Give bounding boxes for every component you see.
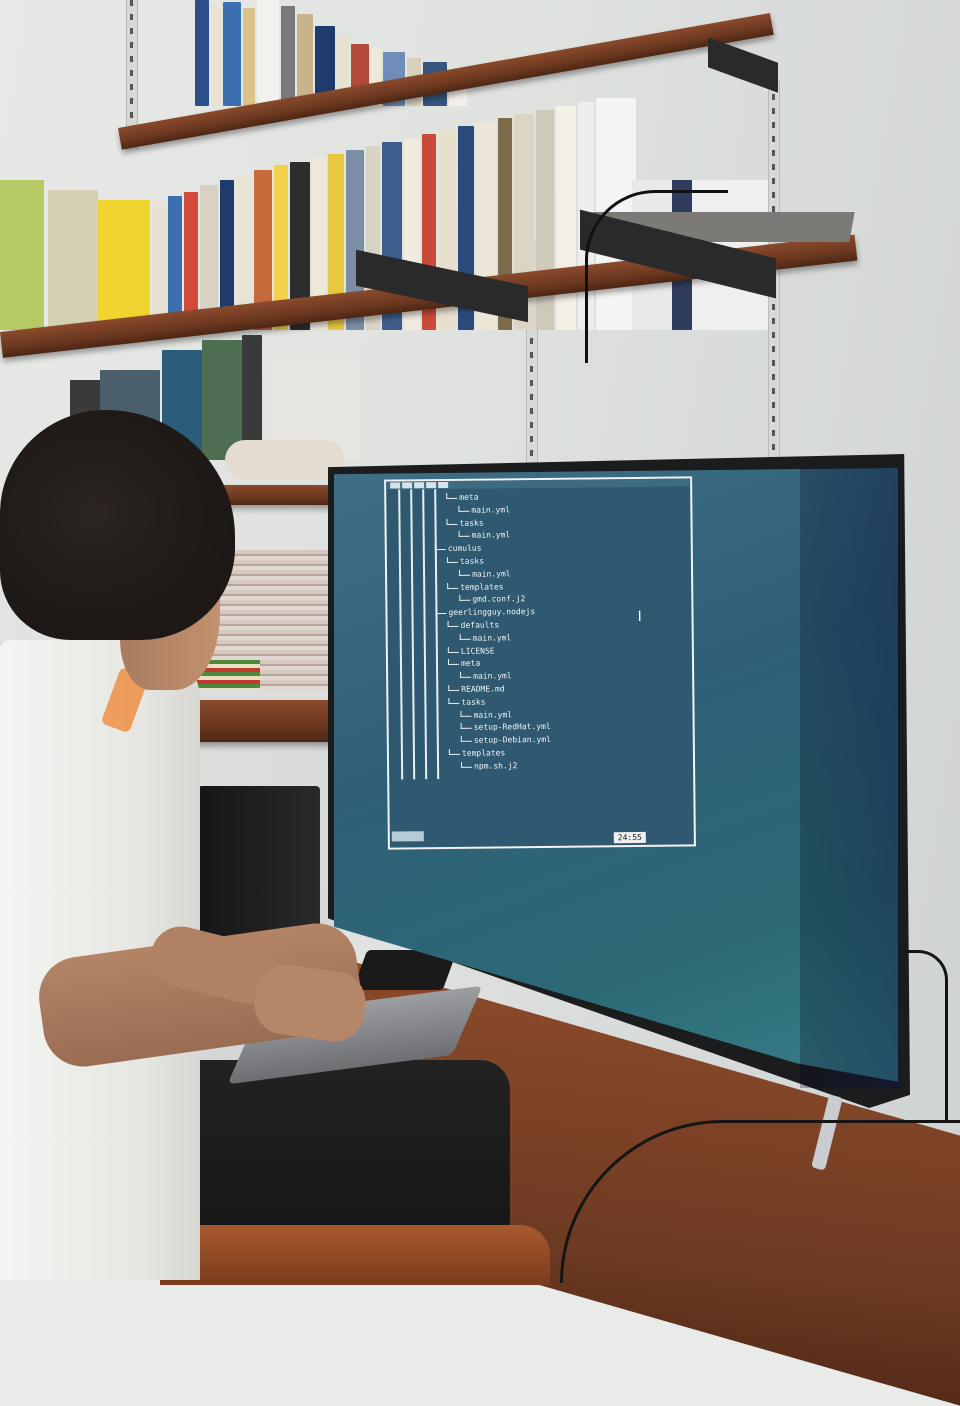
tree-branch — [447, 582, 459, 589]
tree-branch — [434, 544, 446, 551]
tree-node-label: main.yml — [472, 633, 512, 643]
tree-node: meta — [446, 492, 479, 503]
tree-guide-line — [410, 489, 416, 780]
tree-guide-line — [434, 489, 440, 780]
tree-node: geerlingguy.nodejs — [435, 607, 535, 618]
terminal-body[interactable]: meta main.yml tasks main.yml cumulus tasks mai… — [386, 478, 694, 848]
text-cursor-icon: I — [637, 608, 642, 625]
terminal-tab[interactable] — [414, 482, 425, 489]
tree-node-label: main.yml — [473, 709, 513, 720]
tree-branch — [446, 492, 458, 499]
tree-node: tasks — [446, 518, 484, 528]
tree-node-label: setup-Debian.yml — [473, 735, 551, 745]
terminal-tab[interactable] — [438, 481, 449, 489]
lower-shelf — [220, 485, 340, 505]
tree-node: templates — [448, 748, 506, 759]
tree-node-label: npm.sh.j2 — [474, 761, 518, 771]
tree-branch — [459, 595, 471, 602]
tree-node: tasks — [448, 697, 486, 707]
tree-node: main.yml — [458, 530, 511, 542]
cable-monitor — [905, 950, 948, 1123]
terminal-window[interactable]: meta main.yml tasks main.yml cumulus tasks mai… — [384, 476, 696, 850]
tree-node: npm.sh.j2 — [461, 761, 517, 772]
tree-branch — [447, 659, 460, 666]
tree-branch — [448, 748, 460, 755]
tree-node-label: main.yml — [471, 505, 510, 515]
tree-branch — [460, 723, 472, 730]
tree-node: main.yml — [458, 505, 510, 516]
tree-branch — [448, 684, 460, 691]
screen-shade — [800, 468, 900, 1088]
tree-node: main.yml — [459, 569, 511, 580]
tree-node: defaults — [447, 620, 500, 631]
tree-node-label: gmd.conf.j2 — [472, 594, 526, 605]
tree-branch — [447, 646, 459, 653]
tree-node-label: setup-RedHat.yml — [473, 722, 551, 733]
tree-node-label: meta — [459, 492, 479, 502]
cable-hanging — [585, 190, 728, 363]
tree-branch — [461, 761, 473, 768]
tree-node-label: templates — [460, 581, 504, 592]
tree-branch — [458, 531, 470, 538]
terminal-status-block — [391, 831, 424, 842]
tree-branch — [458, 505, 470, 512]
tree-node-label: README.md — [461, 684, 505, 694]
tree-node: main.yml — [460, 710, 512, 721]
tree-branch — [435, 608, 447, 615]
tree-node: meta — [447, 659, 481, 669]
tree-node-label: main.yml — [471, 530, 511, 541]
tree-branch — [460, 671, 472, 679]
tree-node: templates — [447, 581, 504, 593]
router — [198, 786, 320, 936]
tree-branch — [448, 697, 460, 704]
tree-node-label: defaults — [460, 620, 500, 630]
tree-branch — [446, 518, 458, 525]
terminal-tab[interactable] — [390, 482, 401, 489]
tree-node-label: templates — [461, 748, 506, 758]
tree-node: setup-RedHat.yml — [460, 722, 551, 733]
tree-branch — [460, 710, 472, 717]
tree-node-label: tasks — [459, 556, 485, 566]
tree-node: tasks — [446, 556, 485, 567]
tree-branch — [446, 556, 458, 563]
tree-node-label: cumulus — [447, 543, 482, 554]
tree-guide-line — [422, 489, 428, 780]
tree-node-label: meta — [460, 659, 481, 669]
stool — [160, 1225, 550, 1285]
terminal-tab[interactable] — [402, 482, 413, 489]
tree-node: setup-Debian.yml — [460, 735, 551, 746]
tree-branch — [459, 633, 471, 640]
tree-branch — [459, 569, 471, 576]
tree-node-label: geerlingguy.nodejs — [448, 607, 536, 618]
paper-bag — [225, 440, 345, 480]
tree-node: README.md — [448, 684, 505, 695]
tree-node-label: main.yml — [473, 671, 512, 681]
tree-node: cumulus — [434, 543, 482, 554]
tree-node-label: tasks — [459, 518, 484, 528]
tree-branch — [460, 735, 472, 743]
tree-node-label: tasks — [461, 697, 486, 707]
tree-node: LICENSE — [447, 646, 495, 656]
tree-guide-line — [398, 489, 404, 780]
tree-node-label: LICENSE — [460, 646, 495, 656]
tree-node-label: main.yml — [472, 569, 511, 579]
directory-tree: meta main.yml tasks main.yml cumulus tasks mai… — [392, 487, 685, 790]
tree-branch — [447, 620, 459, 627]
terminal-tab[interactable] — [426, 482, 437, 489]
tree-node: main.yml — [460, 671, 512, 682]
tree-node: main.yml — [459, 633, 512, 644]
clock: 24:55 — [613, 831, 646, 844]
tree-node: gmd.conf.j2 — [459, 595, 525, 606]
